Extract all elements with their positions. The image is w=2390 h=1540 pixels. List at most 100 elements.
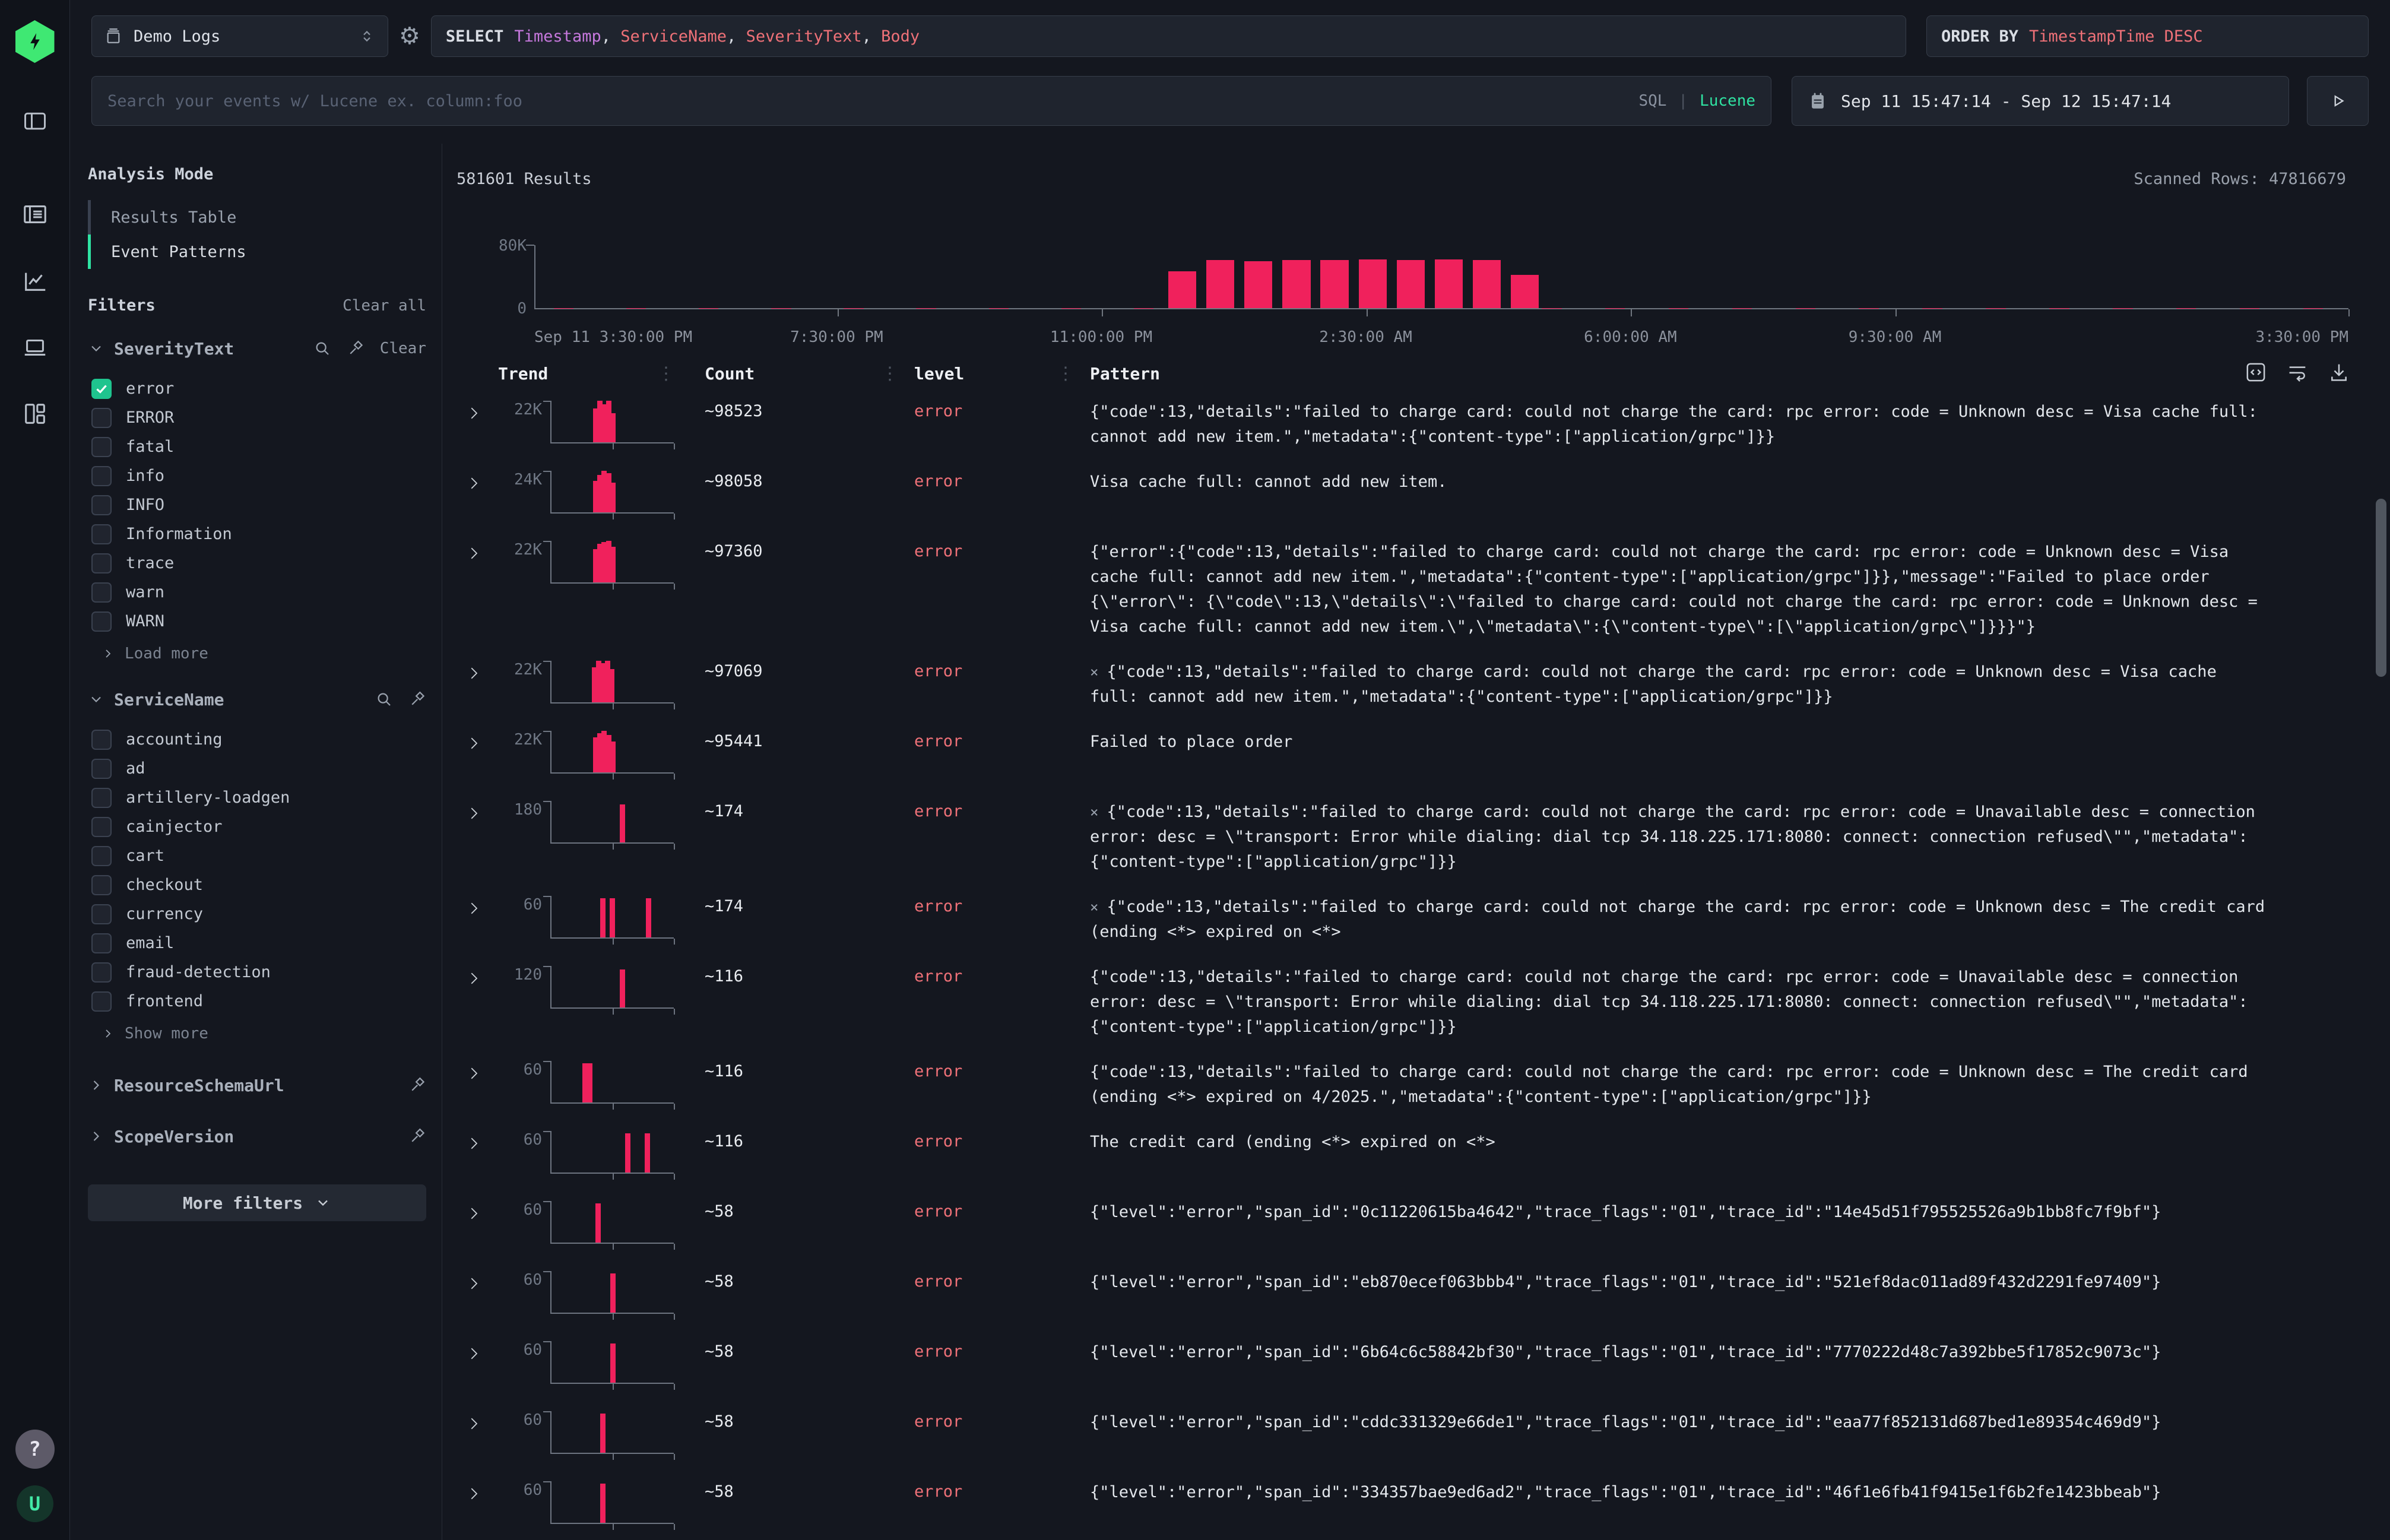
logs-icon[interactable] bbox=[21, 201, 49, 228]
chart-icon[interactable] bbox=[21, 267, 49, 294]
filter-load-more[interactable]: Load more bbox=[91, 639, 426, 668]
column-header-trend[interactable]: Trend⋮ bbox=[498, 363, 690, 384]
search-icon[interactable] bbox=[375, 690, 393, 708]
help-icon[interactable]: ? bbox=[15, 1430, 55, 1469]
search-icon[interactable] bbox=[313, 340, 331, 357]
checkbox[interactable] bbox=[91, 524, 112, 544]
filter-group-header[interactable]: ResourceSchemaUrl bbox=[88, 1072, 426, 1099]
expand-chevron[interactable] bbox=[465, 964, 498, 987]
filter-option[interactable]: accounting bbox=[91, 725, 426, 754]
filter-option[interactable]: fatal bbox=[91, 432, 426, 461]
code-braces-icon[interactable] bbox=[2244, 360, 2268, 384]
expand-chevron[interactable] bbox=[465, 728, 498, 752]
filter-group-header[interactable]: ServiceName bbox=[88, 686, 426, 713]
expand-chevron[interactable] bbox=[465, 1059, 498, 1082]
histogram-bar[interactable] bbox=[1397, 260, 1425, 308]
column-header-pattern[interactable]: Pattern bbox=[1090, 364, 2271, 384]
pattern-row[interactable]: 120 ~116 error {"code":13,"details":"fai… bbox=[455, 954, 2390, 1049]
logo-lightning[interactable] bbox=[15, 20, 55, 63]
pin-icon[interactable] bbox=[347, 340, 364, 357]
checkbox[interactable] bbox=[91, 437, 112, 457]
filter-option[interactable]: cart bbox=[91, 841, 426, 870]
orderby-input[interactable]: ORDER BY TimestampTime DESC bbox=[1926, 15, 2369, 57]
filter-option[interactable]: cainjector bbox=[91, 812, 426, 841]
pattern-row[interactable]: 60 ~58 error {"level":"error","span_id":… bbox=[455, 1329, 2390, 1399]
expand-chevron[interactable] bbox=[465, 1269, 498, 1292]
pattern-row[interactable]: 22K ~95441 error Failed to place order bbox=[455, 719, 2390, 789]
histogram-bar[interactable] bbox=[1168, 271, 1196, 308]
column-grip[interactable]: ⋮ bbox=[881, 363, 914, 384]
column-grip[interactable]: ⋮ bbox=[657, 363, 690, 384]
time-range-picker[interactable]: Sep 11 15:47:14 - Sep 12 15:47:14 bbox=[1792, 76, 2289, 126]
filter-option[interactable]: trace bbox=[91, 549, 426, 578]
checkbox[interactable] bbox=[91, 730, 112, 750]
pattern-row[interactable]: 60 ~58 error {"level":"error","span_id":… bbox=[455, 1189, 2390, 1259]
column-header-count[interactable]: Count⋮ bbox=[690, 363, 914, 384]
scrollbar-thumb[interactable] bbox=[2376, 499, 2386, 677]
analysis-mode-results-table[interactable]: Results Table bbox=[88, 200, 426, 235]
filter-group-header[interactable]: ScopeVersion bbox=[88, 1123, 426, 1150]
expand-chevron[interactable] bbox=[465, 538, 498, 562]
histogram-bar[interactable] bbox=[1320, 260, 1348, 308]
filter-option[interactable]: info bbox=[91, 461, 426, 490]
user-avatar[interactable]: U bbox=[17, 1485, 53, 1522]
pattern-row[interactable]: 60 ~58 error {"level":"error","span_id":… bbox=[455, 1259, 2390, 1329]
panel-toggle-icon[interactable] bbox=[22, 108, 48, 134]
checkbox[interactable] bbox=[91, 611, 112, 632]
filter-option[interactable]: frontend bbox=[91, 987, 426, 1016]
checkbox-checked[interactable] bbox=[91, 379, 112, 399]
checkbox[interactable] bbox=[91, 933, 112, 953]
dashboards-icon[interactable] bbox=[21, 400, 49, 427]
checkbox[interactable] bbox=[91, 962, 112, 983]
analysis-mode-event-patterns[interactable]: Event Patterns bbox=[88, 235, 426, 269]
checkbox[interactable] bbox=[91, 991, 112, 1012]
pattern-row[interactable]: 180 ~174 error ×{"code":13,"details":"fa… bbox=[455, 789, 2390, 884]
search-input[interactable] bbox=[107, 92, 1627, 110]
scrollbar[interactable] bbox=[2376, 499, 2386, 1535]
filter-group-clear[interactable]: Clear bbox=[380, 340, 426, 357]
checkbox[interactable] bbox=[91, 759, 112, 779]
expand-chevron[interactable] bbox=[465, 798, 498, 822]
expand-chevron[interactable] bbox=[465, 468, 498, 492]
pattern-row[interactable]: 22K ~97069 error ×{"code":13,"details":"… bbox=[455, 649, 2390, 719]
filter-option[interactable]: Information bbox=[91, 519, 426, 549]
histogram-bar[interactable] bbox=[1435, 259, 1463, 308]
pattern-row[interactable]: 24K ~98058 error Visa cache full: cannot… bbox=[455, 459, 2390, 529]
column-grip[interactable]: ⋮ bbox=[1057, 363, 1090, 384]
expand-chevron[interactable] bbox=[465, 1409, 498, 1433]
checkbox[interactable] bbox=[91, 788, 112, 808]
checkbox[interactable] bbox=[91, 582, 112, 603]
filter-option[interactable]: artillery-loadgen bbox=[91, 783, 426, 812]
filter-option[interactable]: WARN bbox=[91, 607, 426, 636]
mode-sql[interactable]: SQL bbox=[1638, 92, 1666, 110]
filter-option[interactable]: error bbox=[91, 374, 426, 403]
mode-lucene[interactable]: Lucene bbox=[1700, 92, 1755, 110]
checkbox[interactable] bbox=[91, 875, 112, 895]
download-icon[interactable] bbox=[2327, 360, 2351, 384]
expand-chevron[interactable] bbox=[465, 1199, 498, 1222]
filter-option[interactable]: fraud-detection bbox=[91, 958, 426, 987]
histogram-bar[interactable] bbox=[1473, 260, 1501, 308]
histogram-bar[interactable] bbox=[1511, 275, 1539, 308]
checkbox[interactable] bbox=[91, 817, 112, 837]
checkbox[interactable] bbox=[91, 466, 112, 486]
checkbox[interactable] bbox=[91, 408, 112, 428]
pattern-row[interactable]: 22K ~98523 error {"code":13,"details":"f… bbox=[455, 389, 2390, 459]
wrap-text-icon[interactable] bbox=[2286, 360, 2309, 384]
pin-icon[interactable] bbox=[408, 690, 426, 708]
filter-option[interactable]: email bbox=[91, 929, 426, 958]
gear-icon[interactable]: ⚙ bbox=[399, 24, 420, 48]
checkbox[interactable] bbox=[91, 495, 112, 515]
more-filters-button[interactable]: More filters bbox=[88, 1184, 426, 1221]
expand-chevron[interactable] bbox=[465, 1479, 498, 1503]
expand-chevron[interactable] bbox=[465, 1339, 498, 1362]
source-select[interactable]: Demo Logs bbox=[91, 15, 388, 57]
expand-chevron[interactable] bbox=[465, 893, 498, 917]
checkbox[interactable] bbox=[91, 553, 112, 573]
column-header-level[interactable]: level⋮ bbox=[914, 363, 1090, 384]
pattern-row[interactable]: 60 ~58 error {"level":"error","span_id":… bbox=[455, 1399, 2390, 1469]
filter-option[interactable]: INFO bbox=[91, 490, 426, 519]
histogram-bar[interactable] bbox=[1282, 260, 1310, 308]
filter-option[interactable]: checkout bbox=[91, 870, 426, 899]
expand-chevron[interactable] bbox=[465, 398, 498, 422]
